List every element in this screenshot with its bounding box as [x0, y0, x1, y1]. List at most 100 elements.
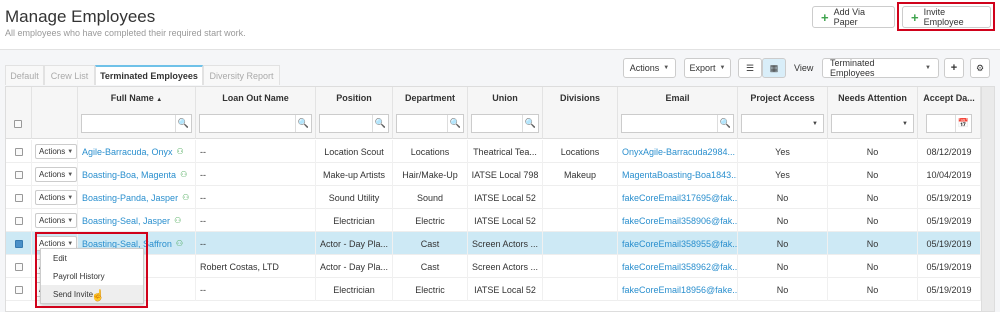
column-header-divisions[interactable]: Divisions [543, 87, 618, 139]
search-icon[interactable]: 🔍 [372, 115, 388, 132]
table-row[interactable]: Actions▼...eepy⚇Robert Costas, LTDActor … [6, 255, 994, 278]
full-name-filter[interactable]: 🔍 [81, 114, 192, 133]
search-icon[interactable]: 🔍 [522, 115, 538, 132]
position-filter[interactable]: 🔍 [319, 114, 389, 133]
cell-position: Sound Utility [316, 186, 393, 209]
cell-department: Hair/Make-Up [393, 163, 468, 186]
loan-out-filter[interactable]: 🔍 [199, 114, 312, 133]
table-row[interactable]: Actions ▼ Boasting-Seal, Jasper ⚇ -- Electric… [6, 209, 994, 232]
cell-email[interactable]: fakeCoreEmail358955@fak... [618, 232, 738, 255]
needs-attention-filter[interactable]: ▼ [831, 114, 914, 133]
table-row[interactable]: Actions▼..., Opal⚇--ElectricianElectricI… [6, 278, 994, 301]
row-actions-button[interactable]: Actions▼ [35, 167, 77, 182]
cell-union: IATSE Local 52 [468, 186, 543, 209]
accept-date-filter[interactable]: 📅 [926, 114, 972, 133]
add-via-paper-button[interactable]: + Add Via Paper [812, 6, 895, 28]
cell-name[interactable]: Boasting-Boa, Magenta ⚇ [78, 163, 196, 186]
cell-union: IATSE Local 52 [468, 209, 543, 232]
cell-loanout: -- [196, 209, 316, 232]
cell-attention: No [828, 163, 918, 186]
column-header-position[interactable]: Position 🔍 [316, 87, 393, 139]
cell-email[interactable]: fakeCoreEmail317695@fak... [618, 186, 738, 209]
caret-down-icon[interactable]: ▼ [807, 115, 823, 132]
cell-access: No [738, 186, 828, 209]
grid-view-button[interactable]: ▦ [762, 58, 786, 78]
cell-name[interactable]: Boasting-Seal, Jasper ⚇ [78, 209, 196, 232]
cell-email[interactable]: fakeCoreEmail358906@fak... [618, 209, 738, 232]
cell-loanout: -- [196, 278, 316, 301]
column-header-loan-out-name[interactable]: Loan Out Name 🔍 [196, 87, 316, 139]
cell-accept: 05/19/2019 [918, 278, 981, 301]
page-header: Manage Employees All employees who have … [0, 0, 1000, 50]
cell-attention: No [828, 140, 918, 163]
view-label: View [794, 63, 814, 73]
calendar-icon[interactable]: 📅 [955, 115, 971, 132]
union-filter[interactable]: 🔍 [471, 114, 539, 133]
add-view-button[interactable]: + [944, 58, 964, 78]
row-checkbox[interactable] [14, 262, 23, 271]
cell-department: Electric [393, 278, 468, 301]
column-header-union[interactable]: Union 🔍 [468, 87, 543, 139]
cell-email[interactable]: fakeCoreEmail18956@fake... [618, 278, 738, 301]
tab-crew-list[interactable]: Crew List [44, 65, 95, 85]
cell-department: Cast [393, 255, 468, 278]
invite-highlight-box [897, 2, 995, 31]
cell-name[interactable]: Boasting-Panda, Jasper ⚇ [78, 186, 196, 209]
caret-down-icon[interactable]: ▼ [897, 115, 913, 132]
row-actions-button[interactable]: Actions▼ [35, 213, 77, 228]
row-checkbox[interactable] [14, 170, 23, 179]
column-header-project-access[interactable]: Project Access ▼ [738, 87, 828, 139]
select-all-checkbox[interactable] [14, 120, 22, 128]
column-header-needs-attention[interactable]: Needs Attention ▼ [828, 87, 918, 139]
tab-default[interactable]: Default [5, 65, 44, 85]
cell-accept: 05/19/2019 [918, 186, 981, 209]
cell-loanout: -- [196, 140, 316, 163]
table-row[interactable]: Actions ▼ Boasting-Panda, Jasper ⚇ -- Sound U… [6, 186, 994, 209]
cell-email[interactable]: MagentaBoasting-Boa1843... [618, 163, 738, 186]
cell-union: Theatrical Tea... [468, 140, 543, 163]
search-icon[interactable]: 🔍 [175, 115, 191, 132]
row-checkbox[interactable] [14, 285, 23, 294]
search-icon[interactable]: 🔍 [295, 115, 311, 132]
department-filter[interactable]: 🔍 [396, 114, 464, 133]
cell-position: Actor - Day Pla... [316, 232, 393, 255]
column-header-accept-date[interactable]: Accept Da... 📅 [918, 87, 981, 139]
cell-email[interactable]: OnyxAgile-Barracuda2984... [618, 140, 738, 163]
actions-menu-button[interactable]: Actions ▼ [623, 58, 676, 78]
view-select[interactable]: Terminated Employees ▼ [822, 58, 939, 78]
row-actions-button[interactable]: Actions▼ [35, 190, 77, 205]
cell-name[interactable]: Agile-Barracuda, Onyx ⚇ [78, 140, 196, 163]
table-row[interactable]: Actions ▼ Agile-Barracuda, Onyx ⚇ -- Location… [6, 140, 994, 163]
list-view-button[interactable]: ☰ [738, 58, 762, 78]
column-header-email[interactable]: Email 🔍 [618, 87, 738, 139]
row-checkbox[interactable] [14, 216, 23, 225]
cell-access: No [738, 255, 828, 278]
cell-union: Screen Actors ... [468, 232, 543, 255]
export-menu-button[interactable]: Export ▼ [684, 58, 731, 78]
cell-access: No [738, 232, 828, 255]
search-icon[interactable]: 🔍 [447, 115, 463, 132]
cell-divisions [543, 186, 618, 209]
person-icon: ⚇ [180, 170, 188, 179]
table-row[interactable]: Actions ▼ Boasting-Seal, Saffron ⚇ -- Actor -… [6, 232, 994, 255]
settings-button[interactable]: ⚙ [970, 58, 990, 78]
tab-diversity-report[interactable]: Diversity Report [203, 65, 280, 85]
row-checkbox[interactable] [14, 193, 23, 202]
sort-ascending-icon: ▲ [156, 97, 163, 103]
cell-email[interactable]: fakeCoreEmail358962@fak... [618, 255, 738, 278]
table-row[interactable]: Actions ▼ Boasting-Boa, Magenta ⚇ -- Make-up … [6, 163, 994, 186]
cell-loanout: -- [196, 232, 316, 255]
vertical-scrollbar[interactable] [981, 87, 994, 311]
cell-loanout: -- [196, 186, 316, 209]
email-filter[interactable]: 🔍 [621, 114, 734, 133]
tab-terminated-employees[interactable]: Terminated Employees [95, 65, 203, 85]
cell-position: Electrician [316, 209, 393, 232]
row-checkbox[interactable] [14, 239, 23, 248]
project-access-filter[interactable]: ▼ [741, 114, 824, 133]
row-actions-button[interactable]: Actions▼ [35, 144, 77, 159]
cell-department: Locations [393, 140, 468, 163]
search-icon[interactable]: 🔍 [717, 115, 733, 132]
column-header-department[interactable]: Department 🔍 [393, 87, 468, 139]
column-header-full-name[interactable]: Full Name ▲ 🔍 [78, 87, 196, 139]
row-checkbox[interactable] [14, 147, 23, 156]
